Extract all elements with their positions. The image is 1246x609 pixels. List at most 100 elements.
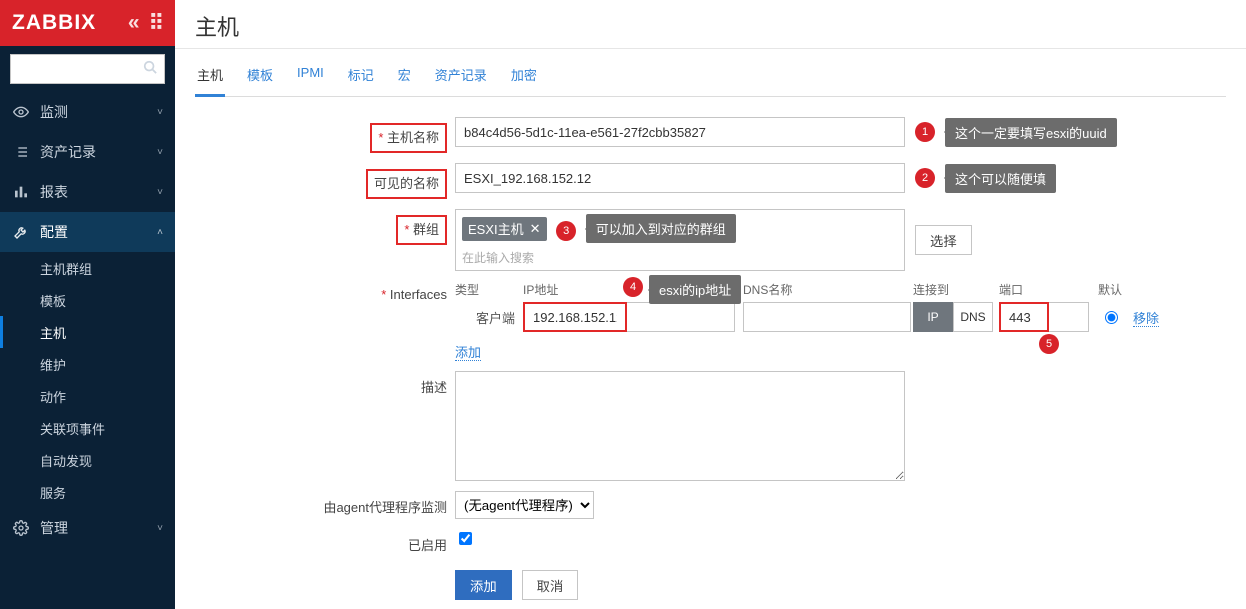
nav-reports[interactable]: 报表 ˅ — [0, 172, 175, 212]
tab-ipmi[interactable]: IPMI — [295, 59, 326, 96]
nav-configuration[interactable]: 配置 ˄ — [0, 212, 175, 252]
row-interfaces: Interfaces 类型 IP地址 4 esxi的ip地址 DNS名称 连接到… — [195, 281, 1226, 361]
iface-remove-link[interactable]: 移除 — [1133, 311, 1159, 327]
subnav-services[interactable]: 服务 — [0, 476, 175, 508]
step-badge-2: 2 — [915, 168, 935, 188]
subnav-correlation[interactable]: 关联项事件 — [0, 412, 175, 444]
subnav-host-groups[interactable]: 主机群组 — [0, 252, 175, 284]
sidebar: ZABBIX « ⠿ 监测 ˅ 资产记录 ˅ 报表 — [0, 0, 175, 609]
chip-remove-icon[interactable]: ✕ — [530, 221, 541, 237]
host-name-input[interactable] — [455, 117, 905, 147]
chevron-down-icon: ˅ — [157, 147, 163, 158]
tab-tags[interactable]: 标记 — [346, 59, 376, 96]
collapse-icon[interactable]: « — [128, 11, 141, 36]
nav-label: 资产记录 — [40, 142, 96, 162]
cancel-button[interactable]: 取消 — [522, 570, 579, 600]
tab-templates[interactable]: 模板 — [245, 59, 275, 96]
iface-default-radio[interactable] — [1105, 311, 1118, 324]
subnav-templates[interactable]: 模板 — [0, 284, 175, 316]
iface-head-type: 类型 — [455, 281, 523, 298]
grid-icon[interactable]: ⠿ — [149, 11, 165, 36]
toggle-dns[interactable]: DNS — [953, 302, 993, 332]
description-textarea[interactable] — [455, 371, 905, 481]
brand-logo: ZABBIX « ⠿ — [0, 0, 175, 46]
nav-label: 监测 — [40, 102, 68, 122]
label-groups: 群组 — [396, 215, 447, 245]
groups-multiselect[interactable]: ESXI主机 ✕ 3 可以加入到对应的群组 在此输入搜索 — [455, 209, 905, 271]
tab-macros[interactable]: 宏 — [396, 59, 413, 96]
nav-monitoring[interactable]: 监测 ˅ — [0, 92, 175, 132]
iface-type: 客户端 — [455, 308, 523, 327]
toggle-ip[interactable]: IP — [913, 302, 953, 332]
row-visible-name: 可见的名称 2 这个可以随便填 — [195, 163, 1226, 199]
iface-row: 客户端 IP DNS 5 — [455, 302, 1226, 332]
iface-dns-input[interactable] — [743, 302, 911, 332]
tab-inventory[interactable]: 资产记录 — [433, 59, 489, 96]
callout-3: 可以加入到对应的群组 — [586, 214, 736, 243]
chevron-down-icon: ˅ — [157, 107, 163, 118]
callout-1: 这个一定要填写esxi的uuid — [945, 118, 1117, 147]
tabs: 主机 模板 IPMI 标记 宏 资产记录 加密 — [195, 59, 1226, 97]
chevron-down-icon: ˅ — [157, 523, 163, 534]
step-badge-5: 5 — [1039, 334, 1059, 354]
iface-ip-input-extra[interactable] — [627, 302, 735, 332]
bar-chart-icon — [12, 184, 30, 200]
wrench-icon — [12, 224, 30, 240]
submit-button[interactable]: 添加 — [455, 570, 512, 600]
tab-host[interactable]: 主机 — [195, 59, 225, 97]
form-buttons: 添加 取消 — [455, 570, 1226, 600]
list-icon — [12, 144, 30, 160]
chevron-up-icon: ˄ — [157, 227, 163, 238]
iface-head-ip: IP地址 — [523, 283, 558, 297]
chevron-down-icon: ˅ — [157, 187, 163, 198]
callout-4: esxi的ip地址 — [649, 275, 741, 304]
nav-label: 配置 — [40, 222, 68, 242]
app-root: ZABBIX « ⠿ 监测 ˅ 资产记录 ˅ 报表 — [0, 0, 1246, 609]
nav-administration[interactable]: 管理 ˅ — [0, 508, 175, 548]
row-description: 描述 — [195, 371, 1226, 481]
iface-port-input-extra[interactable] — [1049, 302, 1089, 332]
iface-port-input[interactable] — [999, 302, 1049, 332]
proxy-select[interactable]: (无agent代理程序) — [455, 491, 594, 519]
step-badge-4: 4 — [623, 277, 643, 297]
sidebar-search-wrap — [0, 46, 175, 92]
iface-head-dns: DNS名称 — [743, 281, 913, 298]
group-chip-label: ESXI主机 — [468, 219, 524, 238]
main: 主机 主机 模板 IPMI 标记 宏 资产记录 加密 主机名称 1 这个一定要填… — [175, 0, 1246, 609]
label-interfaces: Interfaces — [381, 287, 447, 302]
page-title: 主机 — [175, 0, 1246, 49]
iface-ip-input[interactable] — [523, 302, 627, 332]
tab-encryption[interactable]: 加密 — [509, 59, 539, 96]
label-enabled: 已启用 — [408, 538, 447, 553]
groups-placeholder: 在此输入搜索 — [462, 249, 898, 266]
label-description: 描述 — [421, 380, 447, 395]
search-icon[interactable] — [143, 60, 157, 77]
subnav-hosts[interactable]: 主机 — [0, 316, 175, 348]
enabled-checkbox[interactable] — [459, 532, 472, 545]
iface-add-link[interactable]: 添加 — [455, 345, 481, 361]
callout-2: 这个可以随便填 — [945, 164, 1056, 193]
subnav-maintenance[interactable]: 维护 — [0, 348, 175, 380]
sidebar-search-input[interactable] — [10, 54, 165, 84]
iface-head-default: 默认 — [1095, 281, 1125, 298]
group-chip[interactable]: ESXI主机 ✕ — [462, 217, 547, 241]
label-visible-name: 可见的名称 — [366, 169, 447, 199]
step-badge-1: 1 — [915, 122, 935, 142]
step-badge-3: 3 — [556, 221, 576, 241]
nav-label: 报表 — [40, 182, 68, 202]
nav-label: 管理 — [40, 518, 68, 538]
row-groups: 群组 ESXI主机 ✕ 3 可以加入到对应的群组 在此输入搜索 选择 — [195, 209, 1226, 271]
groups-select-button[interactable]: 选择 — [915, 225, 972, 255]
row-enabled: 已启用 — [195, 529, 1226, 554]
visible-name-input[interactable] — [455, 163, 905, 193]
nav-inventory[interactable]: 资产记录 ˅ — [0, 132, 175, 172]
subnav-actions[interactable]: 动作 — [0, 380, 175, 412]
iface-head-port: 端口 — [999, 281, 1095, 298]
row-proxy: 由agent代理程序监测 (无agent代理程序) — [195, 491, 1226, 519]
row-host-name: 主机名称 1 这个一定要填写esxi的uuid — [195, 117, 1226, 153]
subnav-discovery[interactable]: 自动发现 — [0, 444, 175, 476]
eye-icon — [12, 104, 30, 120]
content: 主机 模板 IPMI 标记 宏 资产记录 加密 主机名称 1 这个一定要填写es… — [175, 49, 1246, 609]
label-host-name: 主机名称 — [370, 123, 447, 153]
brand-text: ZABBIX — [12, 11, 96, 35]
